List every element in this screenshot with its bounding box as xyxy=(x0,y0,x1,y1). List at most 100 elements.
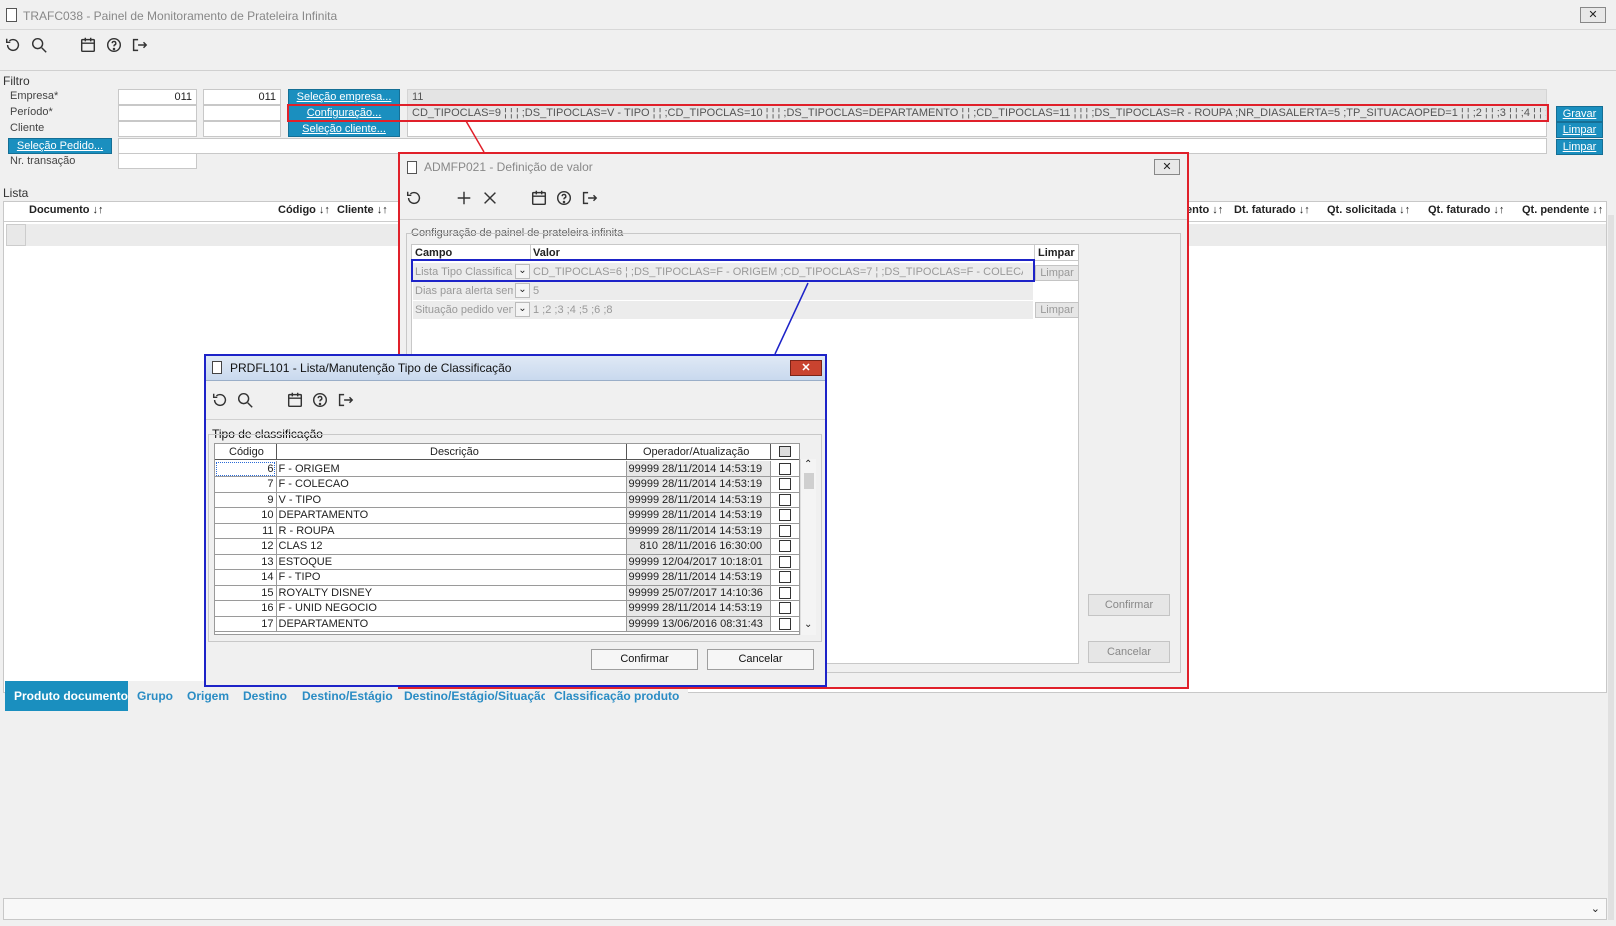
prdfl-cell-checkbox[interactable] xyxy=(770,507,799,524)
admfp-row[interactable]: Situação pedido ven ⌄ 1 ;2 ;3 ;4 ;5 ;6 ;… xyxy=(413,301,1033,319)
prdfl-cell-checkbox[interactable] xyxy=(770,554,799,570)
tab-grupo[interactable]: Grupo xyxy=(128,681,182,711)
delete-icon[interactable] xyxy=(480,188,500,208)
search-icon[interactable] xyxy=(235,390,255,410)
row-checkbox[interactable] xyxy=(778,602,791,615)
cliente-input-start[interactable] xyxy=(118,121,197,137)
refresh-icon[interactable] xyxy=(210,390,230,410)
help-icon[interactable] xyxy=(554,188,574,208)
row-checkbox[interactable] xyxy=(778,509,791,522)
empresa-input-end[interactable]: 011 xyxy=(203,89,281,105)
prdfl-row[interactable]: 9V - TIPO 99999 28/11/2014 14:53:19 xyxy=(215,492,799,508)
prdfl-row[interactable]: 14 F - TIPO 99999 28/11/2014 14:53:19 xyxy=(215,569,799,586)
help-icon[interactable] xyxy=(104,35,124,55)
main-close-button[interactable]: ✕ xyxy=(1580,7,1606,23)
col-dt-faturado[interactable]: Dt. faturado ↓↑ xyxy=(1234,204,1310,216)
prdfl-row[interactable]: 6F - ORIGEM 99999 28/11/2014 14:53:19 xyxy=(215,461,799,477)
prdfl-row[interactable]: 17 DEPARTAMENTO 99999 13/06/2016 08:31:43 xyxy=(215,616,799,632)
row-checkbox[interactable] xyxy=(778,586,791,599)
limpar-cliente-button[interactable]: Limpar xyxy=(1556,122,1603,138)
calendar-icon[interactable] xyxy=(78,35,98,55)
admfp-row-limpar-button[interactable]: Limpar xyxy=(1035,265,1079,281)
add-icon[interactable] xyxy=(454,188,474,208)
prdfl-header-operador[interactable]: Operador/Atualização xyxy=(643,446,749,458)
document-icon xyxy=(6,8,17,22)
chevron-up-icon[interactable]: ⌃ xyxy=(804,459,812,470)
limpar-pedido-button[interactable]: Limpar xyxy=(1556,139,1603,155)
row-checkbox[interactable] xyxy=(778,493,791,506)
prdfl-row[interactable]: 12 CLAS 12 810 28/11/2016 16:30:00 xyxy=(215,538,799,555)
chevron-down-icon[interactable]: ⌄ xyxy=(515,283,530,298)
prdfl-row[interactable]: 15 ROYALTY DISNEY 99999 25/07/2017 14:10:36 xyxy=(215,585,799,601)
admfp-confirmar-button[interactable]: Confirmar xyxy=(1088,594,1170,616)
refresh-icon[interactable] xyxy=(3,35,23,55)
exit-icon[interactable] xyxy=(335,390,355,410)
col-cliente[interactable]: Cliente ↓↑ xyxy=(337,204,388,216)
admfp-row[interactable]: Dias para alerta sem ⌄ 5 xyxy=(413,282,1033,300)
prdfl-cell-checkbox[interactable] xyxy=(770,538,799,555)
prdfl-row[interactable]: 10 DEPARTAMENTO 99999 28/11/2014 14:53:19 xyxy=(215,507,799,524)
gravar-button[interactable]: Gravar xyxy=(1556,106,1603,122)
admfp-cancelar-button[interactable]: Cancelar xyxy=(1088,641,1170,663)
prdfl-header-descricao[interactable]: Descrição xyxy=(430,446,479,458)
prdfl-row[interactable]: 16 F - UNID NEGOCIO 99999 28/11/2014 14:53:… xyxy=(215,600,799,617)
row-checkbox[interactable] xyxy=(778,462,791,475)
prdfl-cancelar-button[interactable]: Cancelar xyxy=(707,649,814,670)
prdfl-cell-checkbox[interactable] xyxy=(770,461,799,477)
prdfl-row[interactable]: 11 R - ROUPA 99999 28/11/2014 14:53:19 xyxy=(215,523,799,539)
calendar-icon[interactable] xyxy=(529,188,549,208)
calendar-icon[interactable] xyxy=(285,390,305,410)
prdfl-cell-checkbox[interactable] xyxy=(770,476,799,493)
list-scrollbar[interactable] xyxy=(1608,215,1614,920)
chevron-down-icon[interactable]: ⌄ xyxy=(804,619,812,630)
prdfl-confirmar-button[interactable]: Confirmar xyxy=(591,649,698,670)
row-checkbox[interactable] xyxy=(778,617,791,630)
admfp-close-button[interactable]: ✕ xyxy=(1154,159,1180,175)
col-documento[interactable]: Documento ↓↑ xyxy=(29,204,104,216)
prdfl-scrollbar[interactable]: ⌃ ⌄ xyxy=(800,459,816,635)
prdfl-cell-operador: 99999 xyxy=(626,461,660,477)
prdfl-row[interactable]: 7F - COLECAO 99999 28/11/2014 14:53:19 xyxy=(215,476,799,493)
selecao-pedido-button[interactable]: Seleção Pedido... xyxy=(8,138,112,154)
refresh-icon[interactable] xyxy=(404,188,424,208)
search-icon[interactable] xyxy=(29,35,49,55)
prdfl-header-codigo[interactable]: Código xyxy=(229,446,264,458)
exit-icon[interactable] xyxy=(579,188,599,208)
row-checkbox[interactable] xyxy=(778,478,791,491)
admfp-row-limpar-button[interactable]: Limpar xyxy=(1035,302,1079,318)
prdfl-row[interactable]: 13 ESTOQUE 99999 12/04/2017 10:18:01 xyxy=(215,554,799,570)
prdfl-cell-data: 28/11/2016 16:30:00 xyxy=(660,538,771,555)
selecao-empresa-button[interactable]: Seleção empresa... xyxy=(288,89,400,105)
row-checkbox[interactable] xyxy=(778,555,791,568)
prdfl-cell-checkbox[interactable] xyxy=(770,523,799,539)
col-qt-solicitada[interactable]: Qt. solicitada ↓↑ xyxy=(1327,204,1410,216)
prdfl-close-button[interactable]: ✕ xyxy=(790,360,822,376)
prdfl-cell-checkbox[interactable] xyxy=(770,616,799,632)
col-codigo[interactable]: Código ↓↑ xyxy=(278,204,330,216)
nr-transacao-input[interactable] xyxy=(118,153,197,169)
periodo-input-start[interactable] xyxy=(118,105,197,121)
exit-icon[interactable] xyxy=(129,35,149,55)
chevron-down-icon[interactable]: ⌄ xyxy=(515,302,530,317)
row-checkbox[interactable] xyxy=(778,540,791,553)
tab-produto-documento[interactable]: Produto documento xyxy=(5,681,137,711)
selecao-cliente-button[interactable]: Seleção cliente... xyxy=(288,121,400,137)
row-checkbox[interactable] xyxy=(778,524,791,537)
scroll-thumb[interactable] xyxy=(804,473,814,489)
prdfl-cell-codigo: 17 xyxy=(215,616,277,632)
col-qt-faturado[interactable]: Qt. faturado ↓↑ xyxy=(1428,204,1504,216)
help-icon[interactable] xyxy=(310,390,330,410)
status-dropdown[interactable]: ⌄ xyxy=(3,898,1607,920)
empresa-input-start[interactable]: 011 xyxy=(118,89,197,105)
prdfl-cell-checkbox[interactable] xyxy=(770,585,799,601)
cliente-input-end[interactable] xyxy=(203,121,281,137)
periodo-input-end[interactable] xyxy=(203,105,281,121)
row-checkbox[interactable] xyxy=(778,571,791,584)
select-all-checkbox[interactable] xyxy=(779,446,791,457)
prdfl-cell-checkbox[interactable] xyxy=(770,600,799,617)
prdfl-cell-operador: 99999 xyxy=(626,523,660,539)
col-movimento[interactable]: ento ↓↑ xyxy=(1186,204,1223,216)
prdfl-cell-checkbox[interactable] xyxy=(770,492,799,508)
col-qt-pendente[interactable]: Qt. pendente ↓↑ xyxy=(1522,204,1603,216)
prdfl-cell-checkbox[interactable] xyxy=(770,569,799,586)
